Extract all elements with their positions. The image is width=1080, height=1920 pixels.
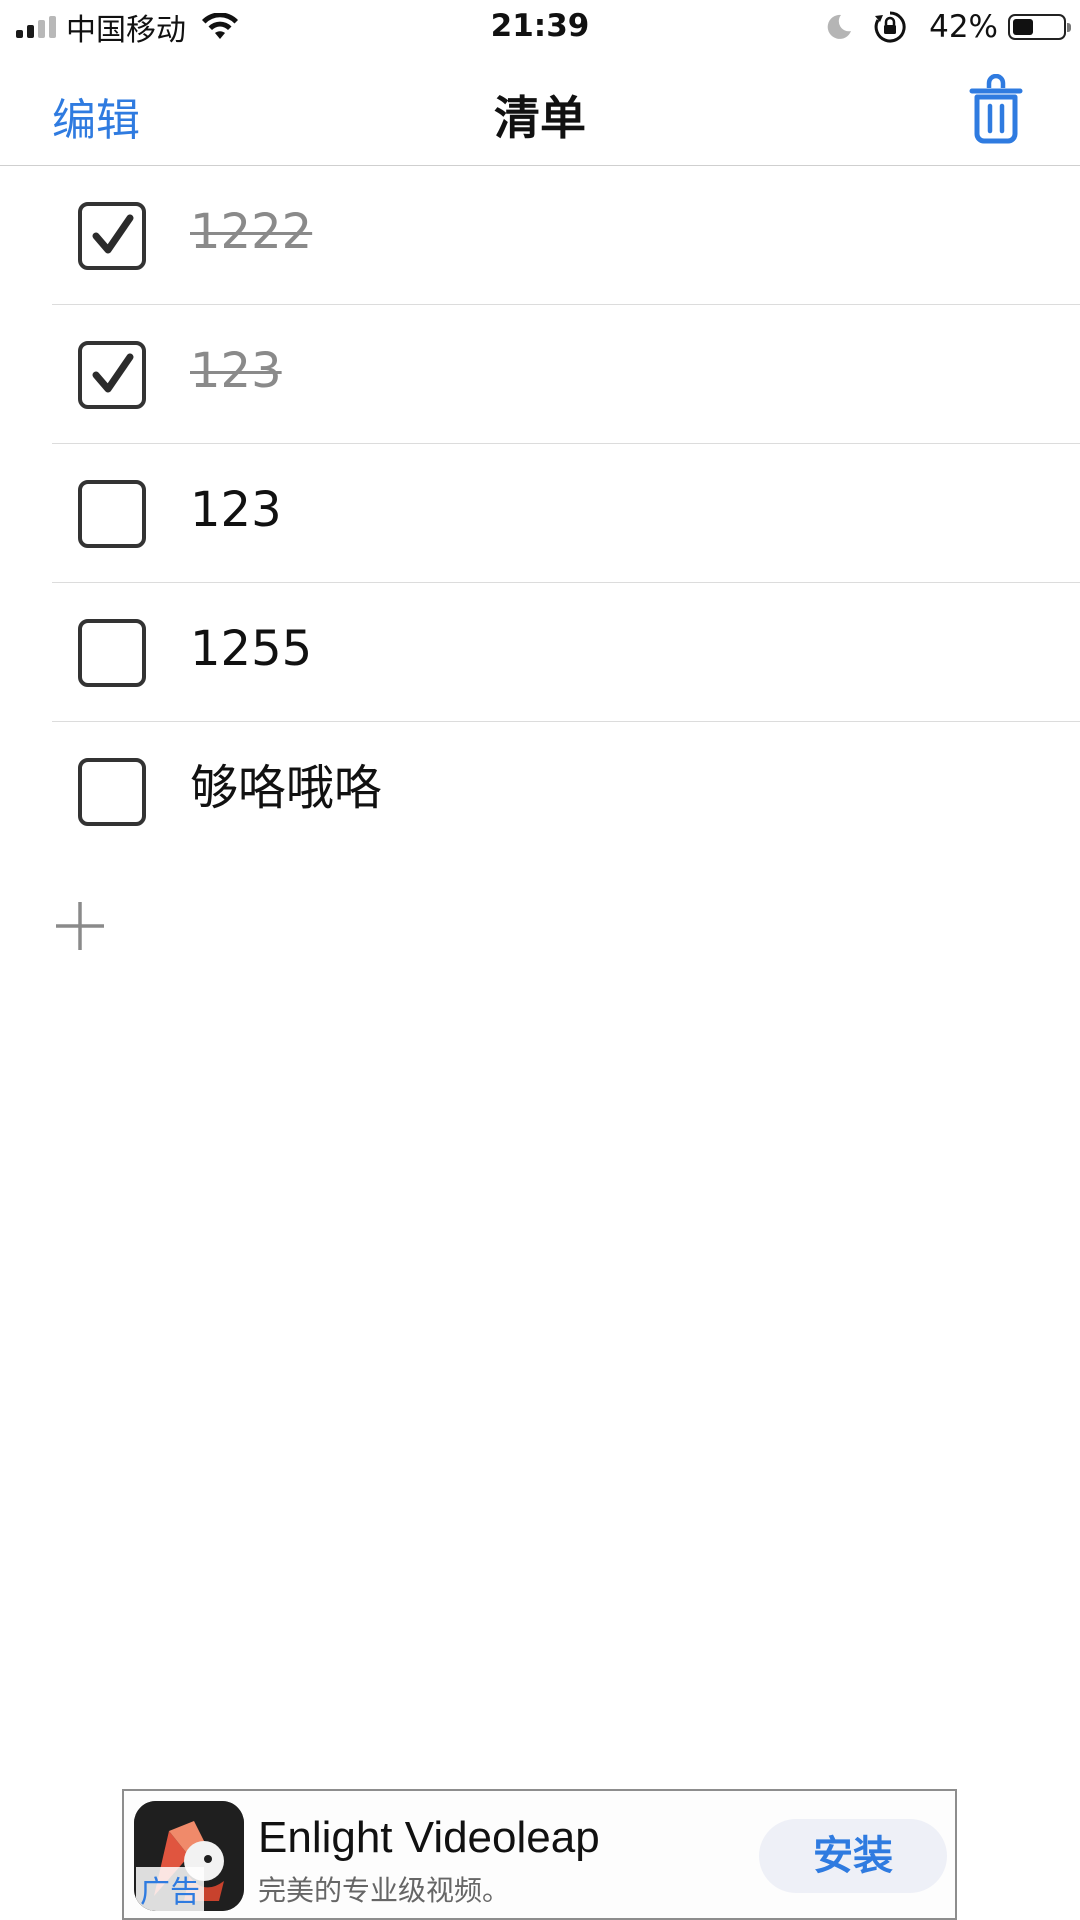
battery-level-fill [1013, 19, 1033, 35]
checkmark-icon [92, 214, 134, 254]
todo-item[interactable]: 1222 [0, 166, 1080, 305]
status-right: 42% [825, 8, 1071, 46]
moon-icon [827, 14, 852, 39]
todo-text: 123 [190, 343, 282, 399]
todo-item[interactable]: 1255 [0, 583, 1080, 722]
battery-percentage: 42% [929, 9, 998, 45]
todo-text: 1222 [190, 204, 313, 260]
checkbox-checked[interactable] [78, 341, 146, 409]
checkbox-unchecked[interactable] [78, 480, 146, 548]
checkbox-unchecked[interactable] [78, 619, 146, 687]
checkbox-unchecked[interactable] [78, 758, 146, 826]
todo-item[interactable]: 123 [0, 444, 1080, 583]
todo-text: 1255 [190, 621, 313, 677]
todo-item[interactable]: 123 [0, 305, 1080, 444]
status-bar: 中国移动 21:39 42% [0, 0, 1080, 54]
todo-list: 1222 123 123 1255 够咯哦咯 [0, 166, 1080, 861]
checkbox-checked[interactable] [78, 202, 146, 270]
rotation-lock-icon [874, 11, 906, 43]
todo-text: 123 [190, 482, 282, 538]
battery-cap [1067, 23, 1071, 32]
checkmark-icon [92, 353, 134, 393]
app-icon[interactable]: 广告 [134, 1801, 244, 1911]
trash-icon[interactable] [968, 74, 1024, 144]
ad-banner[interactable]: 广告 Enlight Videoleap 完美的专业级视频。 安装 [122, 1789, 957, 1920]
install-button[interactable]: 安装 [759, 1819, 947, 1893]
page-title: 清单 [494, 91, 586, 145]
todo-item[interactable]: 够咯哦咯 [0, 722, 1080, 861]
ad-subtitle: 完美的专业级视频。 [258, 1874, 511, 1907]
ad-title: Enlight Videoleap [258, 1813, 600, 1862]
add-item-icon[interactable] [52, 898, 108, 954]
todo-text: 够咯哦咯 [190, 760, 383, 816]
navigation-bar: 编辑 清单 [0, 54, 1080, 166]
ad-tag: 广告 [136, 1867, 204, 1911]
battery-icon [1008, 14, 1071, 40]
